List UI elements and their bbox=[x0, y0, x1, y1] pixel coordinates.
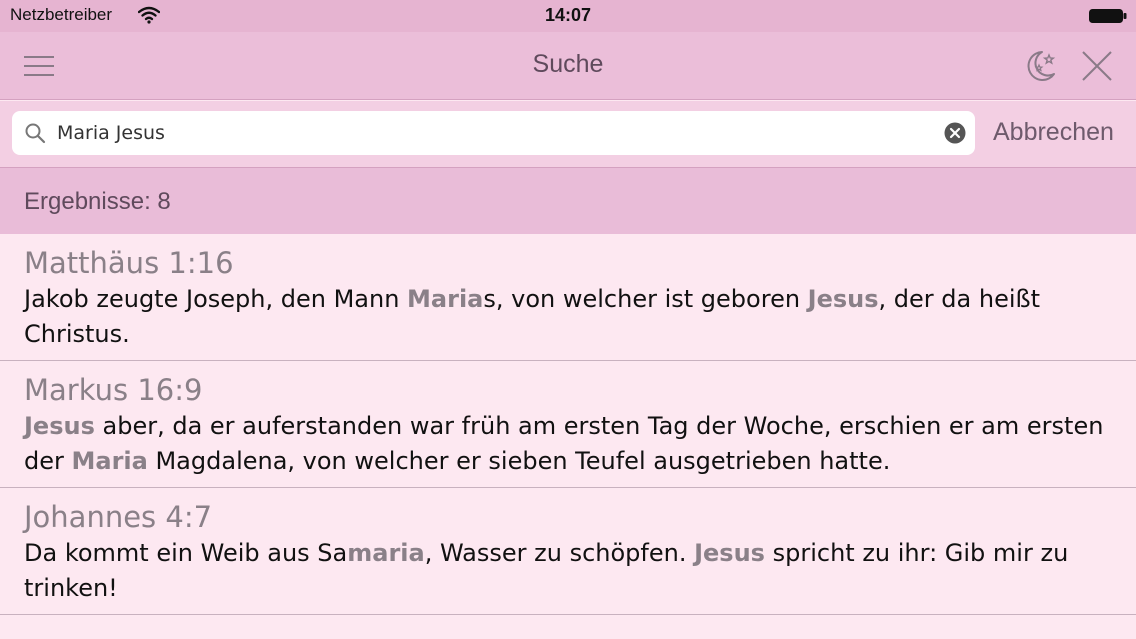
search-field[interactable] bbox=[12, 111, 975, 155]
results-list[interactable]: Matthäus 1:16 Jakob zeugte Joseph, den M… bbox=[0, 234, 1136, 639]
result-text: Jesus aber, da er auferstanden war früh … bbox=[24, 409, 1112, 479]
result-reference: Johannes 4:7 bbox=[24, 500, 213, 534]
highlight-segment: Jesus bbox=[24, 412, 95, 440]
text-segment: Magdalena, von welcher er sieben Teufel … bbox=[147, 447, 891, 475]
highlight-segment: Jesus bbox=[694, 539, 765, 567]
text-segment: , Wasser zu schöpfen. bbox=[424, 539, 695, 567]
highlight-segment: Jesus bbox=[807, 285, 879, 313]
search-input[interactable] bbox=[57, 117, 927, 149]
result-reference: Matthäus 1:16 bbox=[24, 246, 234, 280]
status-bar: Netzbetreiber 14:07 bbox=[0, 0, 1136, 32]
search-icon bbox=[25, 123, 46, 144]
menu-icon[interactable] bbox=[22, 52, 56, 80]
results-count: Ergebnisse: 8 bbox=[24, 188, 171, 215]
result-reference: Markus 16:9 bbox=[24, 373, 203, 407]
text-segment: Da kommt ein Weib aus Sa bbox=[24, 539, 348, 567]
cancel-button[interactable]: Abbrechen bbox=[993, 118, 1114, 147]
search-bar: Abbrechen bbox=[0, 101, 1136, 168]
clear-search-icon[interactable] bbox=[944, 122, 966, 144]
night-mode-icon[interactable] bbox=[1020, 48, 1060, 84]
navigation-bar: Suche bbox=[0, 32, 1136, 100]
result-text: Da kommt ein Weib aus Samaria, Wasser zu… bbox=[24, 536, 1112, 606]
result-item[interactable]: Matthäus 1:16 Jakob zeugte Joseph, den M… bbox=[0, 234, 1136, 361]
result-text: Jakob zeugte Joseph, den Mann Marias, vo… bbox=[24, 282, 1112, 352]
highlight-segment: maria bbox=[347, 539, 425, 567]
status-time: 14:07 bbox=[544, 5, 592, 25]
result-item[interactable]: Markus 16:9 Jesus aber, da er auferstand… bbox=[0, 361, 1136, 488]
results-header: Ergebnisse: 8 bbox=[0, 168, 1136, 234]
battery-icon bbox=[1089, 9, 1127, 23]
close-icon[interactable] bbox=[1078, 48, 1116, 84]
highlight-segment: Maria bbox=[407, 285, 484, 313]
highlight-segment: Maria bbox=[71, 447, 148, 475]
result-item[interactable]: Johannes 4:7 Da kommt ein Weib aus Samar… bbox=[0, 488, 1136, 615]
text-segment: s, von welcher ist geboren bbox=[483, 285, 808, 313]
page-title: Suche bbox=[532, 50, 604, 78]
text-segment: Jakob zeugte Joseph, den Mann bbox=[24, 285, 408, 313]
